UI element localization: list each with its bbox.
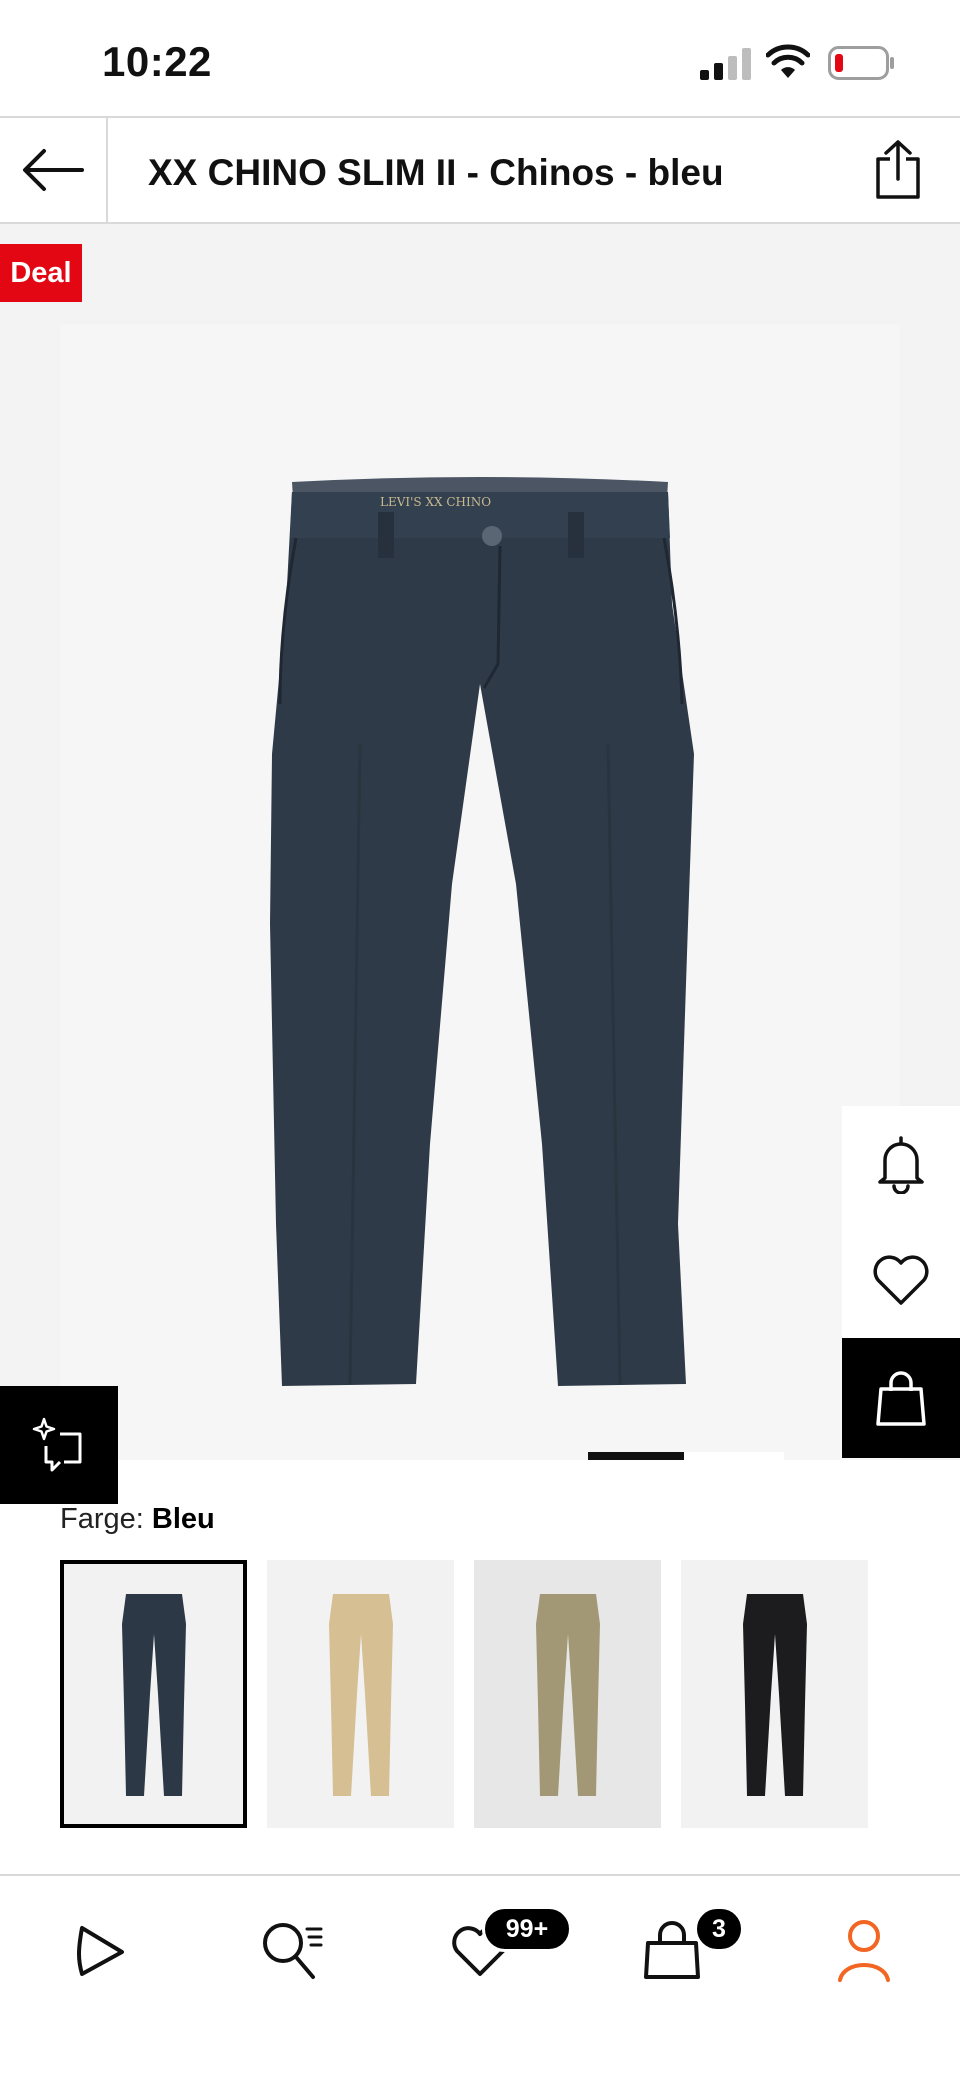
back-button[interactable] [0,118,108,222]
cart-count-badge: 3 [694,1906,744,1952]
color-label-prefix: Farge: [60,1503,144,1535]
battery-icon [828,46,894,80]
add-to-wishlist-button[interactable] [842,1222,960,1338]
user-icon [838,1920,890,1982]
search-list-icon [263,1923,323,1979]
brand-play-icon [77,1926,124,1976]
page-title: XX CHINO SLIM II - Chinos - bleu [148,152,724,193]
bell-icon [878,1136,924,1194]
image-indicator-active [588,1452,684,1460]
deal-badge: Deal [0,244,82,302]
color-swatch-olive[interactable] [474,1560,661,1828]
color-swatch-beige[interactable] [267,1560,454,1828]
sparkle-frame-icon [32,1417,82,1472]
cellular-signal-icon [700,48,751,80]
product-header: XX CHINO SLIM II - Chinos - bleu [0,116,960,224]
arrow-left-icon [23,149,84,191]
product-image[interactable]: LEVI'S XX CHINO [60,324,900,1460]
color-swatch-bleu[interactable] [60,1560,247,1828]
swatch-image [121,1594,186,1796]
swatch-image [742,1594,807,1796]
color-label: Farge: Bleu [60,1503,215,1536]
share-icon [876,140,920,199]
image-indicator [684,1452,784,1460]
bottom-navigation: 99+ 3 [0,1874,960,2078]
status-time: 10:22 [102,38,212,85]
swatch-image [535,1594,600,1796]
floating-actions [842,1106,960,1458]
wifi-icon [766,44,810,78]
color-swatch-black[interactable] [681,1560,868,1828]
virtual-try-on-button[interactable] [0,1386,118,1504]
product-image-gallery[interactable]: Deal LEVI'S XX CHINO [0,224,960,1460]
share-button[interactable] [868,138,928,202]
wishlist-count-badge: 99+ [482,1906,572,1952]
status-bar: 10:22 [0,0,960,116]
nav-search[interactable] [252,1910,332,1990]
nav-profile[interactable] [824,1910,904,1990]
brand-label: LEVI'S XX CHINO [380,495,491,509]
nav-home[interactable] [58,1910,138,1990]
notify-button[interactable] [842,1106,960,1222]
shopping-bag-icon [876,1371,926,1426]
selected-color-name: Bleu [151,1503,215,1535]
add-to-bag-button[interactable] [842,1338,960,1458]
heart-icon [873,1255,929,1305]
color-swatches [60,1560,868,1828]
swatch-image [328,1594,393,1796]
